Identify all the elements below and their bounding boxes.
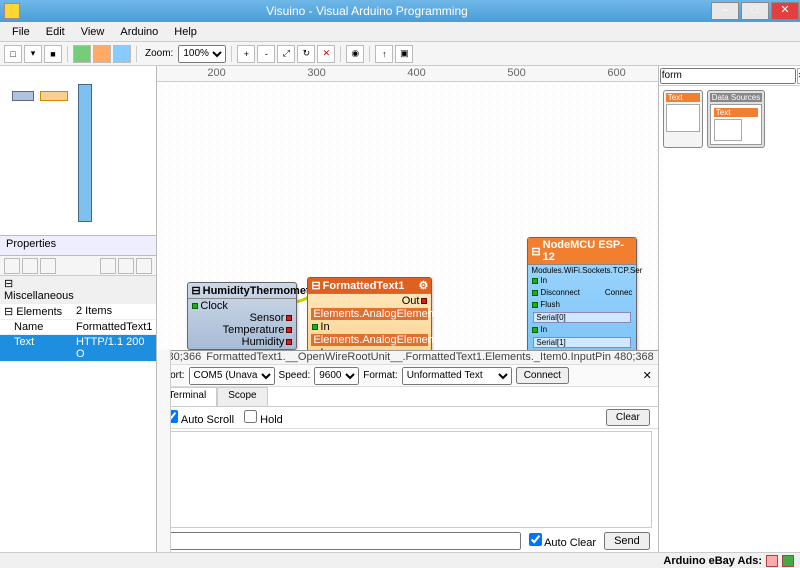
prop-btn-5[interactable] bbox=[118, 258, 134, 274]
ads-label: Arduino eBay Ads: bbox=[663, 555, 762, 567]
send-input[interactable] bbox=[165, 532, 520, 550]
minimize-button[interactable]: – bbox=[711, 2, 739, 20]
upload-icon[interactable]: ↑ bbox=[375, 45, 393, 63]
speed-label: Speed: bbox=[279, 370, 311, 381]
properties-tab[interactable]: Properties bbox=[0, 236, 156, 256]
element-analog-1[interactable]: Elements.AnalogElement1 bbox=[311, 308, 428, 320]
status-line: 480;366 FormattedText1.__OpenWireRootUni… bbox=[157, 351, 657, 365]
speed-select[interactable]: 9600 bbox=[314, 367, 359, 385]
window-title: Visuino - Visual Arduino Programming bbox=[24, 4, 710, 18]
format-label: Format: bbox=[363, 370, 397, 381]
group1-button[interactable] bbox=[73, 45, 91, 63]
device-icon[interactable]: ▣ bbox=[395, 45, 413, 63]
design-canvas[interactable]: ⊟HumidityThermometer1 Clock Sensor Tempe… bbox=[157, 82, 657, 350]
format-select[interactable]: Unformatted Text bbox=[402, 367, 512, 385]
menu-view[interactable]: View bbox=[73, 24, 113, 40]
bottom-panel: 480;366 FormattedText1.__OpenWireRootUni… bbox=[157, 350, 657, 552]
minus-icon[interactable]: ⊟ bbox=[191, 284, 200, 297]
open-button[interactable]: ▾ bbox=[24, 45, 42, 63]
node-tools-icon[interactable]: ⚙ bbox=[419, 279, 429, 292]
autoscroll-checkbox[interactable]: Auto Scroll bbox=[165, 410, 234, 426]
status-icon-2[interactable] bbox=[782, 555, 794, 567]
delete-icon[interactable]: ✕ bbox=[317, 45, 335, 63]
globe-icon[interactable]: ◉ bbox=[346, 45, 364, 63]
menu-arduino[interactable]: Arduino bbox=[112, 24, 166, 40]
properties-toolbar bbox=[0, 256, 156, 276]
title-bar: Visuino - Visual Arduino Programming – □… bbox=[0, 0, 800, 22]
menu-help[interactable]: Help bbox=[166, 24, 205, 40]
zoom-out-icon[interactable]: - bbox=[257, 45, 275, 63]
menu-file[interactable]: File bbox=[4, 24, 38, 40]
prop-btn-1[interactable] bbox=[4, 258, 20, 274]
zoom-in-icon[interactable]: + bbox=[237, 45, 255, 63]
app-icon bbox=[4, 3, 20, 19]
send-button[interactable]: Send bbox=[604, 532, 650, 550]
clear-button[interactable]: Clear bbox=[606, 409, 650, 426]
right-panel: ✕ ◧ ☰ ▦ Text Data Sources Text bbox=[658, 66, 800, 552]
node-nodemcu[interactable]: ⊟NodeMCU ESP-12 Modules.WiFi.Sockets.TCP… bbox=[527, 237, 637, 350]
prop-text-row[interactable]: TextHTTP/1.1 200 O bbox=[0, 335, 156, 362]
status-bar: Arduino eBay Ads: bbox=[0, 552, 800, 568]
connect-button[interactable]: Connect bbox=[516, 367, 569, 384]
hold-checkbox[interactable]: Hold bbox=[244, 410, 283, 426]
main-toolbar: □ ▾ ■ Zoom: 100% + - ⤢ ↻ ✕ ◉ ↑ ▣ bbox=[0, 42, 800, 66]
minus-icon[interactable]: ⊟ bbox=[531, 245, 540, 258]
autoclear-checkbox[interactable]: Auto Clear bbox=[529, 533, 596, 549]
minus-icon[interactable]: ⊟ bbox=[311, 279, 320, 292]
prop-btn-3[interactable] bbox=[40, 258, 56, 274]
search-input[interactable] bbox=[660, 68, 796, 84]
node-humidity-thermometer[interactable]: ⊟HumidityThermometer1 Clock Sensor Tempe… bbox=[187, 282, 297, 350]
group2-button[interactable] bbox=[93, 45, 111, 63]
palette-group-datasources: Data Sources Text bbox=[707, 90, 765, 148]
zoom-select[interactable]: 100% bbox=[178, 45, 226, 63]
port-select[interactable]: COM5 (Unava bbox=[189, 367, 275, 385]
palette-item-text[interactable] bbox=[666, 104, 700, 132]
tab-scope[interactable]: Scope bbox=[217, 387, 267, 406]
refresh-icon[interactable]: ↻ bbox=[297, 45, 315, 63]
maximize-button[interactable]: □ bbox=[741, 2, 769, 20]
prop-btn-4[interactable] bbox=[100, 258, 116, 274]
group3-button[interactable] bbox=[113, 45, 131, 63]
close-button[interactable]: ✕ bbox=[771, 2, 799, 20]
menu-bar: File Edit View Arduino Help bbox=[0, 22, 800, 42]
palette-item-ds[interactable] bbox=[714, 119, 742, 141]
element-analog-2[interactable]: Elements.AnalogElement2 bbox=[311, 334, 428, 346]
new-button[interactable]: □ bbox=[4, 45, 22, 63]
status-icon-1[interactable] bbox=[766, 555, 778, 567]
minimap[interactable] bbox=[0, 66, 156, 236]
menu-edit[interactable]: Edit bbox=[38, 24, 73, 40]
prop-btn-6[interactable] bbox=[136, 258, 152, 274]
terminal-output[interactable] bbox=[163, 431, 651, 528]
palette-group-text: Text bbox=[663, 90, 703, 148]
property-tree[interactable]: ⊟ Miscellaneous ⊟ Elements2 Items NameFo… bbox=[0, 276, 156, 552]
prop-btn-2[interactable] bbox=[22, 258, 38, 274]
left-panel: Properties ⊟ Miscellaneous ⊟ Elements2 I… bbox=[0, 66, 157, 552]
save-button[interactable]: ■ bbox=[44, 45, 62, 63]
zoom-fit-icon[interactable]: ⤢ bbox=[277, 45, 295, 63]
node-formatted-text[interactable]: ⊟FormattedText1⚙ Out Elements.AnalogElem… bbox=[307, 277, 432, 350]
ruler-horizontal: 200300400500600 bbox=[157, 66, 657, 82]
zoom-label: Zoom: bbox=[145, 48, 173, 59]
close-panel-icon[interactable]: ✕ bbox=[643, 369, 652, 382]
